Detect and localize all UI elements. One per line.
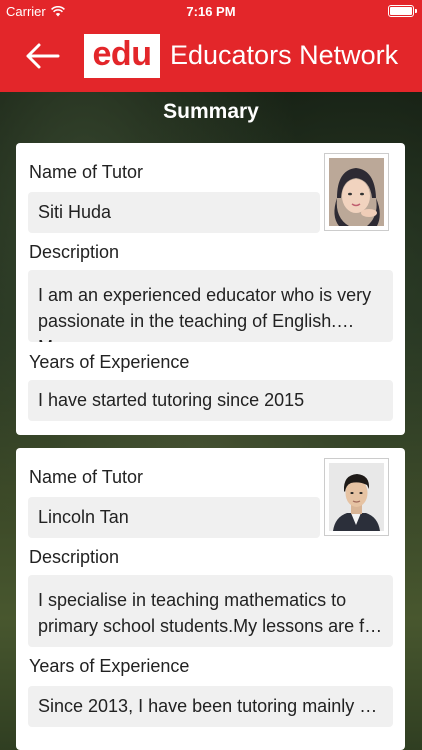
tutor-description-field: I am an experienced educator who is very… [28,270,393,342]
status-time: 7:16 PM [186,4,236,19]
logo-text: edu [92,34,152,73]
tutor-description-field: I specialise in teaching mathematics to … [28,575,393,647]
app-logo: edu [84,34,160,78]
arrow-left-icon [26,43,60,69]
experience-label: Years of Experience [29,352,190,372]
app-title: Educators Network [170,40,399,70]
female-tutor-photo [329,158,384,226]
description-label: Description [29,547,120,567]
experience-label: Years of Experience [29,656,190,676]
male-tutor-photo [329,463,384,531]
status-bar: Carrier 7:16 PM [0,0,422,22]
tutor-card[interactable]: Name of Tutor Lincoln Tan Description I … [16,448,405,750]
tutor-photo [324,153,389,231]
battery-icon [388,5,417,17]
description-label: Description [29,242,120,262]
app-bar: edu Educators Network [0,22,422,92]
page-title: Summary [163,100,259,123]
tutor-name-field: Siti Huda [28,192,320,233]
back-button[interactable] [22,40,62,72]
tutor-photo [324,458,389,536]
name-label: Name of Tutor [29,162,144,182]
tutor-card[interactable]: Name of Tutor Siti Huda Description I am… [16,143,405,435]
tutor-experience-field: I have started tutoring since 2015 [28,380,393,421]
name-label: Name of Tutor [29,467,144,487]
tutor-name-field: Lincoln Tan [28,497,320,538]
tutor-experience-field: Since 2013, I have been tutoring mainly … [28,686,393,727]
